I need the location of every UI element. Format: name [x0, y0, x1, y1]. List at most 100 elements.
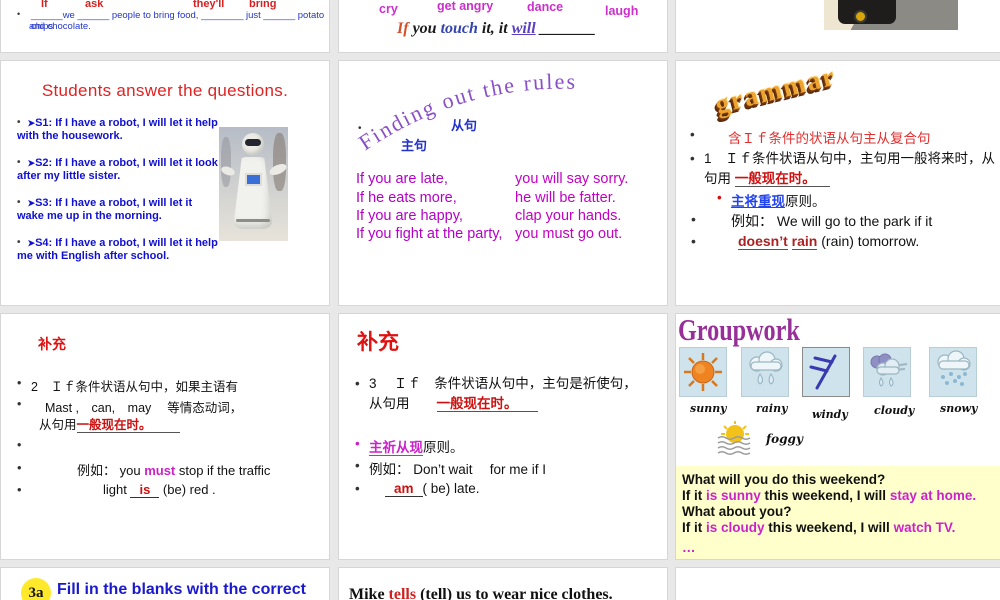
slide-thumbnail-fill-blanks-if[interactable]: If ask they'll bring • ______we ______ p… [0, 0, 330, 53]
grammar-rule-1: • 1 Ｉｆ条件状语从句中，主句用一般将来时，从句用 一般现在时。 [690, 149, 1000, 188]
dialog-answer: If it is sunny this weekend, I will stay… [682, 488, 976, 503]
word-will: will [511, 20, 536, 37]
dialog-question: What about you? [682, 504, 792, 519]
weather-label: foggy [766, 432, 803, 446]
weather-label: cloudy [874, 404, 915, 417]
bullet-dot: • [355, 376, 360, 391]
arched-title-graphic: Finding out the rules [354, 69, 577, 155]
tense-highlight: 一般现在时。 [436, 396, 538, 413]
slide-title: Students answer the questions. [41, 81, 289, 100]
dialog-text: this weekend, I will [764, 520, 894, 535]
answer-word: tells [388, 586, 417, 600]
slides-grid-view: If ask they'll bring • ______we ______ p… [0, 0, 1000, 600]
rainy-icon [741, 347, 789, 397]
example-answer-line: • light is (be) red . [17, 482, 216, 498]
robot-screen-shape [245, 173, 262, 186]
dialog-text: this weekend, I will [760, 488, 890, 503]
principle-highlight: 主祈从现 [369, 440, 423, 456]
bullet-dot: • [358, 123, 362, 134]
condition-highlight: is sunny [706, 488, 761, 503]
weather-label: sunny [690, 402, 727, 415]
robot-base-shape [236, 219, 270, 222]
dialog-answer: If it is cloudy this weekend, I will wat… [682, 520, 955, 535]
bullet-dot: • [17, 237, 21, 248]
student-answer: S1: If I have a robot, I will let it hel… [17, 117, 218, 143]
slide-title: 补充 [38, 336, 66, 352]
sentence-text: (tell) us to wear nice clothes. [416, 586, 613, 600]
dialog-text: If it [682, 488, 706, 503]
slide-thumbnail-supplement-3[interactable]: 补充 • 3 Ｉｆ 条件状语从句中，主句是祈使句， 从句用 一般现在时。 • 主祈从现… [338, 313, 668, 560]
blank-line: _______ [535, 20, 596, 37]
main-clause-text: he will be fatter. [515, 190, 616, 206]
weather-label: snowy [940, 402, 978, 415]
arrow-icon: ➤ [27, 118, 36, 128]
hint-word: they'll [193, 0, 225, 10]
humanoid-robot-photo [219, 127, 288, 241]
answer-word: rain [791, 233, 818, 250]
bullet-dot: • [17, 117, 21, 128]
arrow-icon: ➤ [27, 238, 36, 248]
bullet-dot: • [691, 211, 696, 227]
option-word: cry [379, 2, 398, 16]
sentence-text: Mike [349, 586, 389, 600]
slide-thumbnail-touch-it[interactable]: cry get angry dance laugh If you touch i… [338, 0, 668, 53]
slide-thumbnail-students-answer[interactable]: Students answer the questions. • ➤S1: If … [0, 60, 330, 306]
condition-highlight: is cloudy [706, 520, 765, 535]
grammar-wordart: grammar [712, 60, 840, 120]
robot-visor-shape [245, 139, 261, 146]
student-answer: S3: If I have a robot, I will let it wak… [17, 197, 193, 223]
snowy-icon [929, 347, 977, 397]
windy-icon [802, 347, 850, 397]
list-item: • ➤S1: If I have a robot, I will let it h… [17, 117, 219, 143]
slide-thumbnail-robot-photo[interactable] [675, 0, 1000, 53]
slide-thumbnail-grammar[interactable]: grammar • 含Ｉｆ条件的状语从句主从复合句 • 1 Ｉｆ条件状语从句中，主句… [675, 60, 1000, 306]
rule-text: 3 Ｉｆ 条件状语从句中，主句是祈使句， [369, 376, 637, 391]
action-highlight: stay at home. [889, 488, 977, 503]
rule-text: 原则。 [423, 440, 464, 455]
tense-highlight: 一般现在时。 [734, 170, 830, 187]
rule-line: 从句用一般现在时。 [39, 414, 180, 433]
example-text: 例如： We will go to the park if it [731, 213, 933, 229]
if-clause-text: If you are happy, [356, 208, 463, 224]
slide-thumbnail-mike-tells[interactable]: Mike tells (tell) us to wear nice clothe… [338, 567, 668, 600]
robot-body-shape [838, 0, 896, 24]
slide-thumbnail-groupwork[interactable]: Groupwork sunny rainy windy cloudy snowy… [675, 313, 1000, 560]
slide-title: Fill in the blanks with the correct [57, 581, 306, 598]
answer-blank: am [385, 481, 423, 497]
grammar-rule-heading: • 含Ｉｆ条件的状语从句主从复合句 [690, 127, 931, 147]
dialog-text: If it [682, 520, 706, 535]
bullet-dot: • [355, 436, 360, 451]
clause-label: 从句 [451, 118, 478, 133]
svg-text:Finding out the rules: Finding out the rules [354, 69, 577, 155]
dialog-ellipsis: … [682, 540, 696, 555]
main-clause-text: clap your hands. [515, 208, 622, 224]
principle-highlight: 主将重现 [731, 194, 785, 209]
slide-thumbnail-blank[interactable] [675, 567, 1000, 600]
rule-text: 从句用 [39, 418, 77, 432]
example-text: 例如： Don’t wait for me if I [369, 462, 547, 477]
bullet-dot: • [717, 190, 722, 205]
list-item: • ➤S3: If I have a robot, I will let it w… [17, 197, 219, 223]
sentence-line: If you touch it, it will _______ [397, 20, 596, 38]
bullet-dot: • [690, 127, 695, 142]
slide-thumbnail-supplement-2[interactable]: 补充 • 2 Ｉｆ条件状语从句中，如果主语有 • Mast , can, may 等… [0, 313, 330, 560]
rule-line: • 2 Ｉｆ条件状语从句中，如果主语有 [17, 376, 238, 395]
slide-thumbnail-finding-rules[interactable]: Finding out the rules • 从句 主句 If you are… [338, 60, 668, 306]
example-text: stop if the traffic [175, 463, 271, 478]
slide-title: Finding out the rules [354, 69, 575, 155]
main-clause-text: you must go out. [515, 226, 623, 242]
option-word: dance [527, 0, 564, 14]
example-line: • 例如： Don’t wait for me if I [355, 458, 547, 478]
word-if: If [397, 20, 413, 37]
example-text: (rain) tomorrow. [817, 233, 920, 249]
dialog-box: What will you do this weekend? If it is … [676, 466, 1000, 559]
weather-label: windy [812, 408, 848, 421]
tense-highlight: 一般现在时。 [76, 418, 180, 433]
slide-title: 补充 [357, 331, 399, 354]
option-word: laugh [605, 4, 639, 18]
slide-thumbnail-3a-exercise[interactable]: 3a Fill in the blanks with the correct [0, 567, 330, 600]
answer-blank: is [130, 482, 160, 498]
bullet-dot: • [17, 9, 21, 19]
example-text: ( be) late. [422, 481, 480, 496]
if-clause-text: If he eats more, [356, 190, 457, 206]
